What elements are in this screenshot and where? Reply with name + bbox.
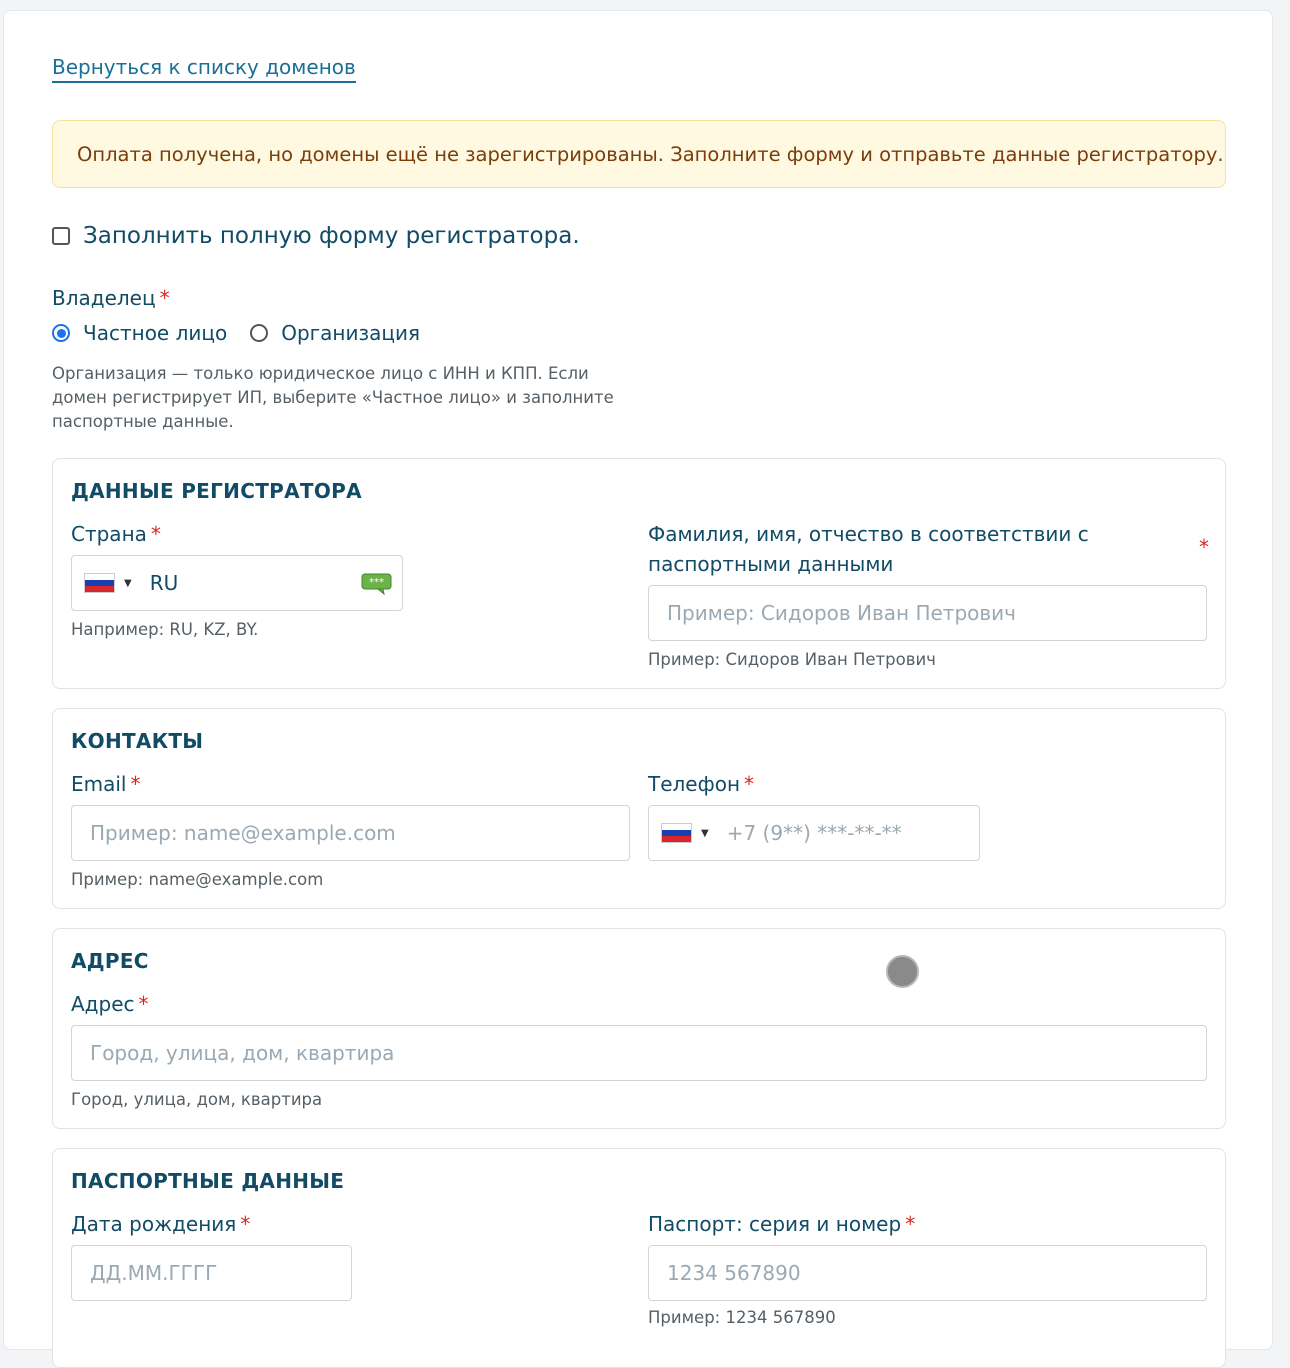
password-chat-icon[interactable]: *** [361,573,392,595]
email-input[interactable]: Пример: name@example.com [71,805,630,861]
radio-organization-label: Организация [281,321,421,345]
country-label: Страна * [71,519,161,549]
country-label-text: Страна [71,522,147,546]
phone-label: Телефон * [648,769,754,799]
fio-help: Пример: Сидоров Иван Петрович [648,650,936,669]
section-title: ПАСПОРТНЫЕ ДАННЫЕ [71,1169,345,1193]
section-contacts: КОНТАКТЫ Email * Пример: name@example.com… [52,708,1226,909]
email-label: Email * [71,769,141,799]
radio-private-label: Частное лицо [83,321,228,345]
back-to-domains-link[interactable]: Вернуться к списку доменов [52,54,356,83]
country-input[interactable]: ▼ RU *** [71,555,403,611]
section-address: АДРЕС Адрес * Город, улица, дом, квартира… [52,928,1226,1129]
required-mark: * [130,772,141,796]
required-mark: * [744,772,755,796]
required-mark: * [150,522,161,546]
required-mark: * [905,1212,916,1236]
birth-date-label-text: Дата рождения [71,1212,237,1236]
address-label: Адрес * [71,989,149,1019]
fio-input[interactable]: Пример: Сидоров Иван Петрович [648,585,1207,641]
address-help: Город, улица, дом, квартира [71,1090,323,1109]
radio-organization[interactable] [250,324,269,342]
passport-number-label-text: Паспорт: серия и номер [648,1212,902,1236]
owner-help-text: Организация — только юридическое лицо с … [52,364,614,431]
full-form-checkbox[interactable] [52,227,70,245]
passport-number-placeholder: 1234 567890 [667,1261,801,1285]
phone-label-text: Телефон [648,772,741,796]
country-help: Например: RU, KZ, BY. [71,620,259,639]
fio-placeholder: Пример: Сидоров Иван Петрович [667,601,1016,625]
svg-text:***: *** [369,577,384,588]
owner-radio-group: Частное лицо Организация [52,321,443,345]
section-passport: ПАСПОРТНЫЕ ДАННЫЕ Дата рождения * ДД.ММ.Г… [52,1148,1226,1368]
full-form-toggle[interactable]: Заполнить полную форму регистратора. [52,223,580,249]
chevron-down-icon[interactable]: ▼ [124,578,132,589]
owner-label: Владелец * [52,286,170,310]
owner-option-organization[interactable]: Организация [250,321,420,345]
owner-option-private[interactable]: Частное лицо [52,321,227,345]
owner-label-text: Владелец [52,286,156,310]
phone-placeholder: +7 (9**) ***-**-** [726,821,902,845]
address-label-text: Адрес [71,992,135,1016]
email-placeholder: Пример: name@example.com [90,821,396,845]
required-mark: * [159,286,170,310]
full-form-label: Заполнить полную форму регистратора. [83,223,580,249]
fio-label-line1: Фамилия, имя, отчество в соответствии с [648,522,1089,546]
birth-date-input[interactable]: ДД.ММ.ГГГГ [71,1245,352,1301]
address-input[interactable]: Город, улица, дом, квартира [71,1025,1207,1081]
section-title: ДАННЫЕ РЕГИСТРАТОРА [71,479,362,503]
passport-number-label: Паспорт: серия и номер * [648,1209,915,1239]
required-mark: * [1199,535,1209,559]
required-mark: * [240,1212,251,1236]
section-title: КОНТАКТЫ [71,729,204,753]
passport-number-input[interactable]: 1234 567890 [648,1245,1207,1301]
address-placeholder: Город, улица, дом, квартира [90,1041,395,1065]
russia-flag-icon[interactable] [661,823,692,843]
chevron-down-icon[interactable]: ▼ [701,828,709,839]
radio-private[interactable] [52,324,70,342]
russia-flag-icon[interactable] [84,573,115,593]
registration-card: Вернуться к списку доменов Оплата получе… [3,10,1273,1368]
cursor-indicator [886,955,919,988]
required-mark: * [138,992,149,1016]
birth-date-placeholder: ДД.ММ.ГГГГ [90,1261,218,1285]
payment-alert: Оплата получена, но домены ещё не зареги… [52,120,1226,188]
section-title: АДРЕС [71,949,149,973]
fio-label-line2: паспортными данными [648,552,894,576]
section-registrar: ДАННЫЕ РЕГИСТРАТОРА Страна * ▼ RU *** Нап… [52,458,1226,689]
phone-input[interactable]: ▼ +7 (9**) ***-**-** [648,805,980,861]
country-value: RU [149,571,179,595]
fio-label: Фамилия, имя, отчество в соответствии с … [648,519,1208,579]
email-help: Пример: name@example.com [71,870,324,889]
birth-date-label: Дата рождения * [71,1209,250,1239]
email-label-text: Email [71,772,127,796]
